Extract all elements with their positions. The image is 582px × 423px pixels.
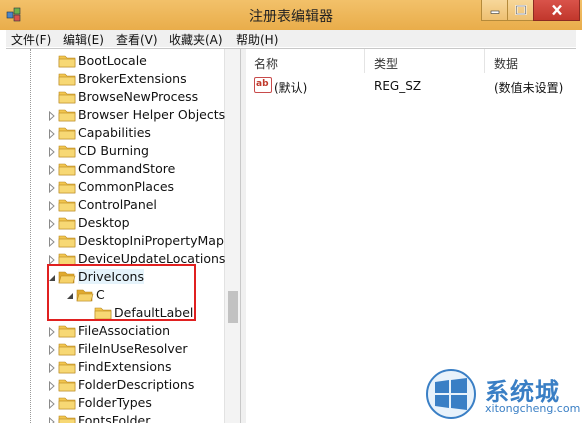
tree-node[interactable]: FindExtensions <box>6 358 224 376</box>
folder-icon <box>58 71 76 86</box>
menu-favorites[interactable]: 收藏夹(A) <box>169 31 223 48</box>
collapsed-arrow-icon[interactable] <box>48 182 56 194</box>
tree-node-label: BrokerExtensions <box>78 71 187 86</box>
column-header-data[interactable]: 数据 <box>494 55 518 72</box>
column-header-type[interactable]: 类型 <box>374 55 398 72</box>
maximize-button[interactable] <box>507 0 534 21</box>
folder-icon <box>58 161 76 176</box>
tree-node-label: FileAssociation <box>78 323 171 338</box>
tree-node-label: CommandStore <box>78 161 176 176</box>
tree-node-label: CommonPlaces <box>78 179 175 194</box>
tree-scrollbar[interactable] <box>224 49 240 423</box>
collapsed-arrow-icon[interactable] <box>48 110 56 122</box>
tree-node-label: BrowseNewProcess <box>78 89 199 104</box>
watermark: 系统城 xitongcheng.com <box>425 362 582 422</box>
value-name[interactable]: (默认) <box>274 79 307 96</box>
minimize-icon <box>490 10 499 14</box>
menu-edit[interactable]: 编辑(E) <box>63 31 104 48</box>
menu-file[interactable]: 文件(F) <box>11 31 51 48</box>
collapsed-arrow-icon[interactable] <box>48 398 56 410</box>
string-value-icon: ab <box>254 77 272 93</box>
folder-icon <box>58 233 76 248</box>
tree-node[interactable]: FontsFolder <box>6 412 224 423</box>
xitongcheng-logo-icon <box>426 369 476 419</box>
tree-node[interactable]: Desktop <box>6 214 224 232</box>
folder-icon <box>58 197 76 212</box>
folder-icon <box>58 179 76 194</box>
tree-node[interactable]: FolderTypes <box>6 394 224 412</box>
tree-node[interactable]: FileAssociation <box>6 322 224 340</box>
folder-icon <box>58 107 76 122</box>
column-divider[interactable] <box>484 49 485 73</box>
tree-node-label: ControlPanel <box>78 197 157 212</box>
collapsed-arrow-icon[interactable] <box>48 326 56 338</box>
minimize-button[interactable] <box>481 0 508 21</box>
folder-icon <box>58 323 76 338</box>
collapsed-arrow-icon[interactable] <box>48 236 56 248</box>
value-type: REG_SZ <box>374 79 422 93</box>
tree-node[interactable]: CommandStore <box>6 160 224 178</box>
folder-icon <box>58 143 76 158</box>
tree-node[interactable]: CD Burning <box>6 142 224 160</box>
folder-icon <box>58 341 76 356</box>
menu-help[interactable]: 帮助(H) <box>236 31 278 48</box>
tree-node-label: BootLocale <box>78 53 147 68</box>
collapsed-arrow-icon[interactable] <box>48 344 56 356</box>
collapsed-arrow-icon[interactable] <box>48 200 56 212</box>
tree-node[interactable]: FileInUseResolver <box>6 340 224 358</box>
column-divider[interactable] <box>364 49 365 73</box>
folder-icon <box>58 125 76 140</box>
folder-icon <box>58 377 76 392</box>
folder-icon <box>58 215 76 230</box>
close-icon <box>551 4 562 16</box>
collapsed-arrow-icon[interactable] <box>48 254 56 266</box>
title-bar: 注册表编辑器 <box>0 0 582 30</box>
watermark-url: xitongcheng.com <box>485 402 581 415</box>
menu-bar: 文件(F) 编辑(E) 查看(V) 收藏夹(A) 帮助(H) <box>6 30 576 47</box>
close-button[interactable] <box>533 0 580 21</box>
highlight-box <box>47 264 196 321</box>
collapsed-arrow-icon[interactable] <box>48 146 56 158</box>
tree-node-label: CD Burning <box>78 143 149 158</box>
scrollbar-thumb[interactable] <box>228 291 238 323</box>
tree-node-label: DesktopIniPropertyMap <box>78 233 224 248</box>
tree-node[interactable]: DesktopIniPropertyMap <box>6 232 224 250</box>
folder-icon <box>58 395 76 410</box>
tree-node[interactable]: Browser Helper Objects <box>6 106 226 124</box>
tree-node[interactable]: ControlPanel <box>6 196 224 214</box>
tree-node[interactable]: CommonPlaces <box>6 178 224 196</box>
collapsed-arrow-icon[interactable] <box>48 380 56 392</box>
value-data: (数值未设置) <box>494 81 564 95</box>
tree-node[interactable]: BrokerExtensions <box>6 70 224 88</box>
collapsed-arrow-icon[interactable] <box>48 164 56 176</box>
collapsed-arrow-icon[interactable] <box>48 128 56 140</box>
folder-icon <box>58 53 76 68</box>
tree-node-label: Browser Helper Objects <box>78 107 226 122</box>
menu-view[interactable]: 查看(V) <box>116 31 158 48</box>
tree-node-label: Desktop <box>78 215 130 230</box>
collapsed-arrow-icon[interactable] <box>48 362 56 374</box>
maximize-icon <box>515 5 526 15</box>
tree-node-label: FolderTypes <box>78 395 152 410</box>
folder-icon <box>58 359 76 374</box>
tree-node-label: Capabilities <box>78 125 151 140</box>
collapsed-arrow-icon[interactable] <box>48 218 56 230</box>
registry-tree[interactable]: BootLocale BrokerExtensions BrowseNewProce… <box>6 49 241 423</box>
column-header-name[interactable]: 名称 <box>254 55 278 72</box>
tree-node[interactable]: BrowseNewProcess <box>6 88 224 106</box>
tree-node[interactable]: BootLocale <box>6 52 224 70</box>
tree-node[interactable]: Capabilities <box>6 124 224 142</box>
tree-node-label: FindExtensions <box>78 359 172 374</box>
tree-node-label: FileInUseResolver <box>78 341 188 356</box>
folder-icon <box>58 89 76 104</box>
tree-node[interactable]: FolderDescriptions <box>6 376 224 394</box>
tree-node-label: FolderDescriptions <box>78 377 195 392</box>
